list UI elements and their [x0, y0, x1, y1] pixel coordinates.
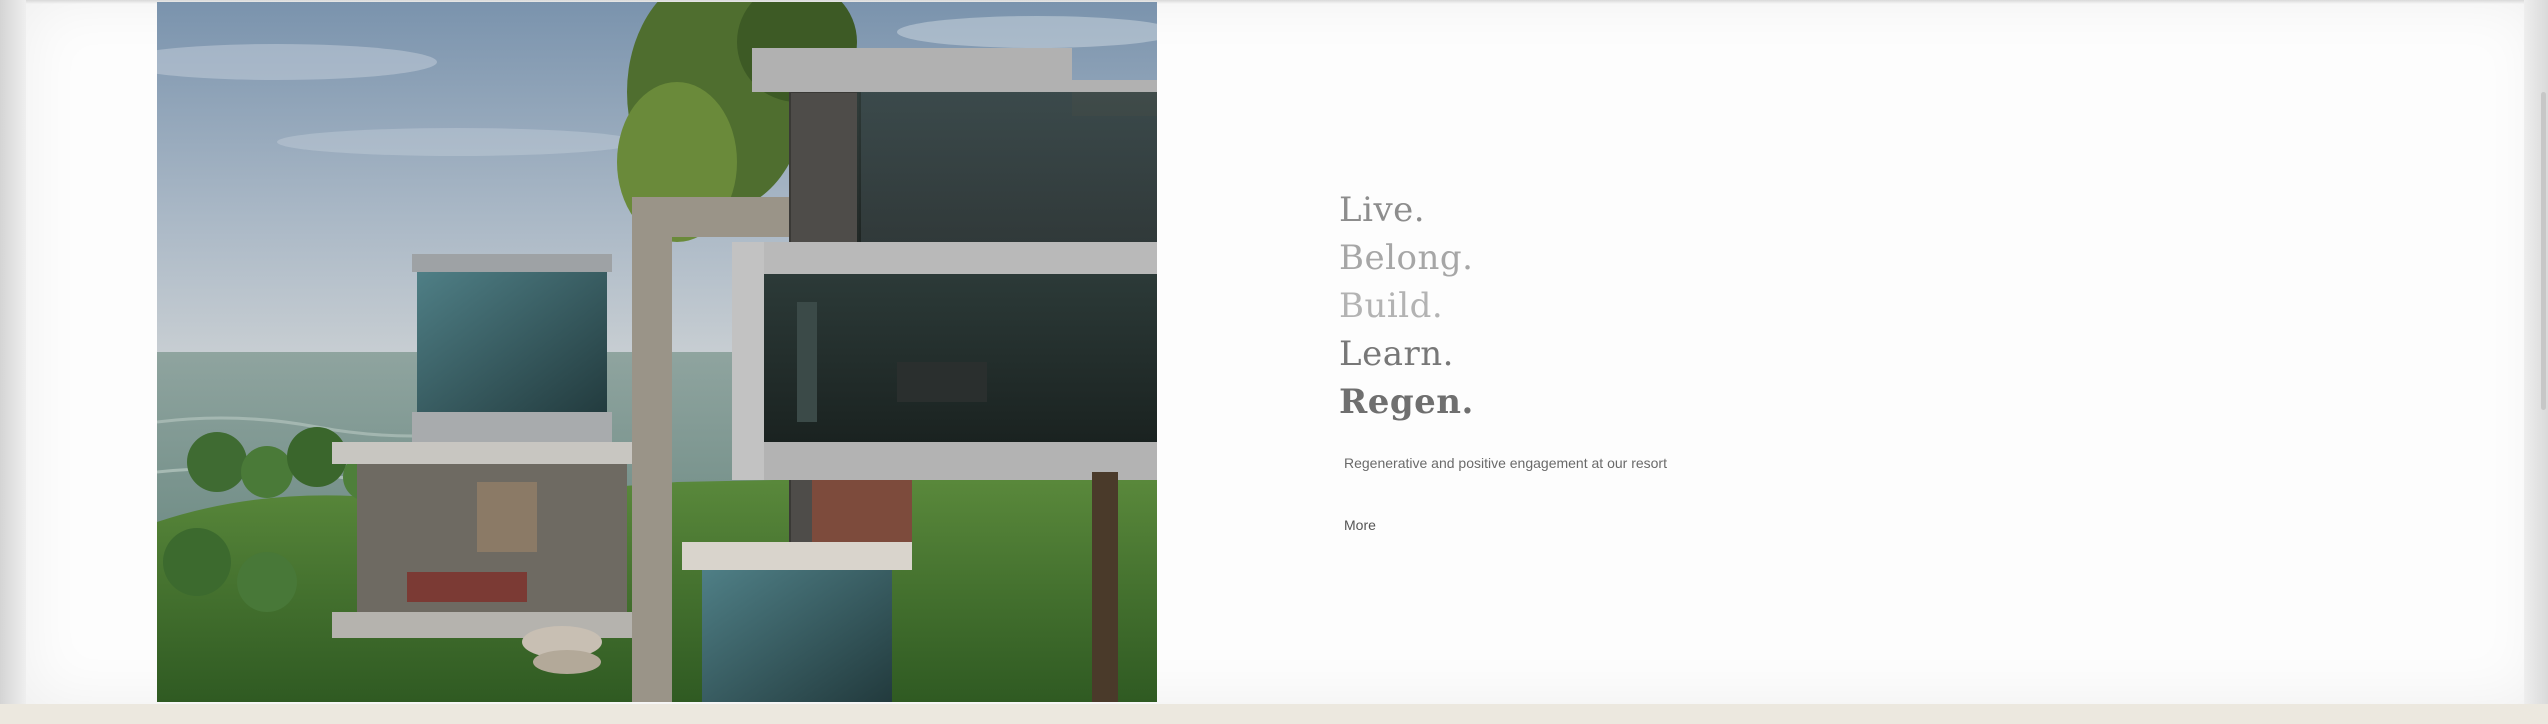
hero-image	[157, 2, 1157, 702]
tagline: Live. Belong. Build. Learn. Regen.	[1339, 186, 1474, 426]
scrollbar-thumb[interactable]	[2541, 92, 2546, 410]
tagline-build: Build.	[1339, 286, 1444, 326]
tagline-regen: Regen.	[1339, 382, 1474, 422]
tagline-belong: Belong.	[1339, 238, 1474, 278]
more-link[interactable]: More	[1344, 517, 1376, 533]
tagline-learn: Learn.	[1339, 334, 1454, 374]
page-left-shade	[0, 0, 26, 704]
tagline-live: Live.	[1339, 190, 1426, 230]
section-description: Regenerative and positive engagement at …	[1344, 455, 1667, 471]
next-section-edge	[0, 704, 2548, 724]
